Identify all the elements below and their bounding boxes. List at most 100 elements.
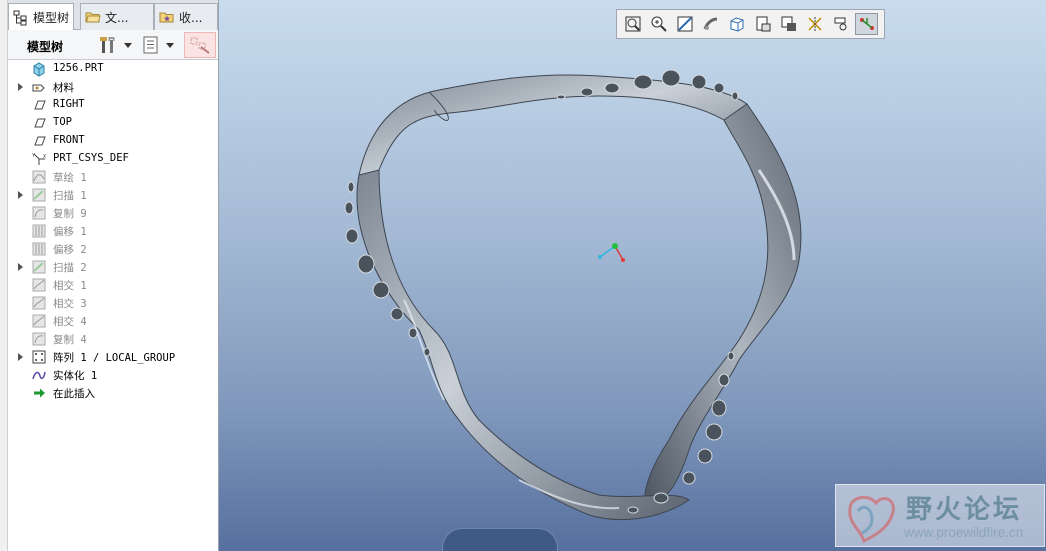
refit-button[interactable] xyxy=(621,13,644,35)
tree-item[interactable]: 实体化 1 xyxy=(8,366,218,384)
tree-item[interactable]: TOP xyxy=(8,114,218,132)
model-view[interactable] xyxy=(219,0,1046,551)
tree-item[interactable]: 复制 9 xyxy=(8,204,218,222)
sweep-icon xyxy=(32,188,46,202)
svg-text:X: X xyxy=(43,154,46,160)
tree-item-label: TOP xyxy=(53,116,72,128)
datum-plane-icon xyxy=(34,118,46,128)
tree-item-label: PRT_CSYS_DEF xyxy=(53,152,129,164)
sweep-icon xyxy=(32,260,46,274)
expand-arrow-icon[interactable] xyxy=(18,83,23,91)
tree-item-label: 相交 4 xyxy=(53,316,87,328)
saved-orientations-icon xyxy=(756,16,770,32)
datum-display-button[interactable] xyxy=(803,13,826,35)
svg-text:Y: Y xyxy=(32,153,35,159)
offset-icon xyxy=(32,242,46,256)
tree-item[interactable]: 在此插入 xyxy=(8,384,218,402)
show-options-button[interactable] xyxy=(142,35,174,55)
tree-item[interactable]: 相交 3 xyxy=(8,294,218,312)
tree-item-label: RIGHT xyxy=(53,98,85,110)
intersect-icon xyxy=(32,314,46,328)
tree-item[interactable]: 偏移 2 xyxy=(8,240,218,258)
tree-item-label: 扫描 1 xyxy=(53,190,87,202)
watermark-title: 野火论坛 xyxy=(906,495,1023,525)
twisted-band-model xyxy=(356,74,802,521)
zoom-out-icon xyxy=(677,16,692,32)
view-toolbar xyxy=(616,9,885,39)
tab-label: 模型树 xyxy=(33,11,70,25)
part-icon xyxy=(33,62,45,77)
display-style-icon xyxy=(730,17,743,32)
view-manager-button[interactable] xyxy=(777,13,800,35)
tab-favorites[interactable]: 收... xyxy=(154,3,218,30)
spin-center-widget[interactable] xyxy=(442,528,558,551)
tree-item[interactable]: 1256.PRT xyxy=(8,60,218,78)
pattern-icon xyxy=(32,350,46,364)
zoom-in-button[interactable] xyxy=(647,13,670,35)
tree-item[interactable]: FRONT xyxy=(8,132,218,150)
expand-arrow-icon[interactable] xyxy=(18,353,23,361)
model-tree-toolbar: 模型树 xyxy=(8,30,218,60)
favorites-icon xyxy=(159,12,174,23)
display-style-button[interactable] xyxy=(725,13,748,35)
repaint-button[interactable] xyxy=(699,13,722,35)
tree-item[interactable]: 草绘 1 xyxy=(8,168,218,186)
zoom-in-icon xyxy=(651,16,667,32)
repaint-icon xyxy=(703,17,717,30)
tree-item[interactable]: 相交 4 xyxy=(8,312,218,330)
settings-tools-button[interactable] xyxy=(98,35,132,55)
tree-item-label: 阵列 1 / LOCAL_GROUP xyxy=(53,352,176,364)
tree-item-label: 相交 3 xyxy=(53,298,87,310)
tree-item[interactable]: 复制 4 xyxy=(8,330,218,348)
watermark-url: www.proewildfire.cn xyxy=(904,525,1024,540)
offset-icon xyxy=(32,224,46,238)
tree-item[interactable]: 扫描 1 xyxy=(8,186,218,204)
tree-item-label: 复制 9 xyxy=(53,208,87,220)
tree-item[interactable]: RIGHT xyxy=(8,96,218,114)
tree-item[interactable]: 阵列 1 / LOCAL_GROUP xyxy=(8,348,218,366)
model-tree-icon xyxy=(13,10,27,25)
tree-item-label: 实体化 1 xyxy=(53,370,98,382)
copy-icon xyxy=(32,332,46,346)
spin-center-button[interactable] xyxy=(829,13,852,35)
panel-edge xyxy=(0,0,8,551)
filter-button[interactable] xyxy=(184,32,216,58)
annotation-display-button[interactable] xyxy=(855,13,878,35)
hammer-wrench-icon xyxy=(100,37,115,53)
annotation-display-icon xyxy=(859,18,874,30)
tab-label: 文... xyxy=(105,10,129,25)
tree-item[interactable]: 相交 1 xyxy=(8,276,218,294)
datum-plane-icon xyxy=(34,136,46,146)
tree-item[interactable]: 材料 xyxy=(8,78,218,96)
tree-item[interactable]: Y X PRT_CSYS_DEF xyxy=(8,150,218,168)
sketch-icon xyxy=(32,170,46,184)
spin-center-icon xyxy=(834,17,846,31)
tree-item-label: 草绘 1 xyxy=(53,172,87,184)
navigator-tabs: 模型树 文... 收... xyxy=(8,0,218,31)
datum-plane-icon xyxy=(34,100,46,110)
tree-item-label: 在此插入 xyxy=(53,388,95,400)
tree-item-label: 扫描 2 xyxy=(53,262,87,274)
tree-item-label: 偏移 2 xyxy=(53,244,87,256)
view-manager-icon xyxy=(781,16,796,31)
tree-item-label: 1256.PRT xyxy=(53,62,104,74)
model-tree-panel: 模型树 文... 收... 模型树 1256.PRT 材料 RIGHT TOP … xyxy=(0,0,219,551)
zoom-out-button[interactable] xyxy=(673,13,696,35)
list-settings-icon xyxy=(143,36,158,54)
tree-item[interactable]: 扫描 2 xyxy=(8,258,218,276)
tab-folder-browser[interactable]: 文... xyxy=(80,3,154,30)
intersect-icon xyxy=(32,296,46,310)
expand-arrow-icon[interactable] xyxy=(18,191,23,199)
watermark: 野火论坛 www.proewildfire.cn xyxy=(835,484,1045,547)
insert-here-arrow-icon xyxy=(34,388,45,398)
solidify-icon xyxy=(32,371,46,380)
tree-item-label: 复制 4 xyxy=(53,334,87,346)
graphics-window[interactable]: 野火论坛 www.proewildfire.cn xyxy=(219,0,1046,551)
tab-model-tree[interactable]: 模型树 xyxy=(8,3,74,31)
expand-arrow-icon[interactable] xyxy=(18,263,23,271)
proewildfire-logo-icon xyxy=(848,495,895,544)
saved-orientations-button[interactable] xyxy=(751,13,774,35)
tree-item[interactable]: 偏移 1 xyxy=(8,222,218,240)
filter-icon xyxy=(190,37,210,54)
tree-item-label: FRONT xyxy=(53,134,85,146)
